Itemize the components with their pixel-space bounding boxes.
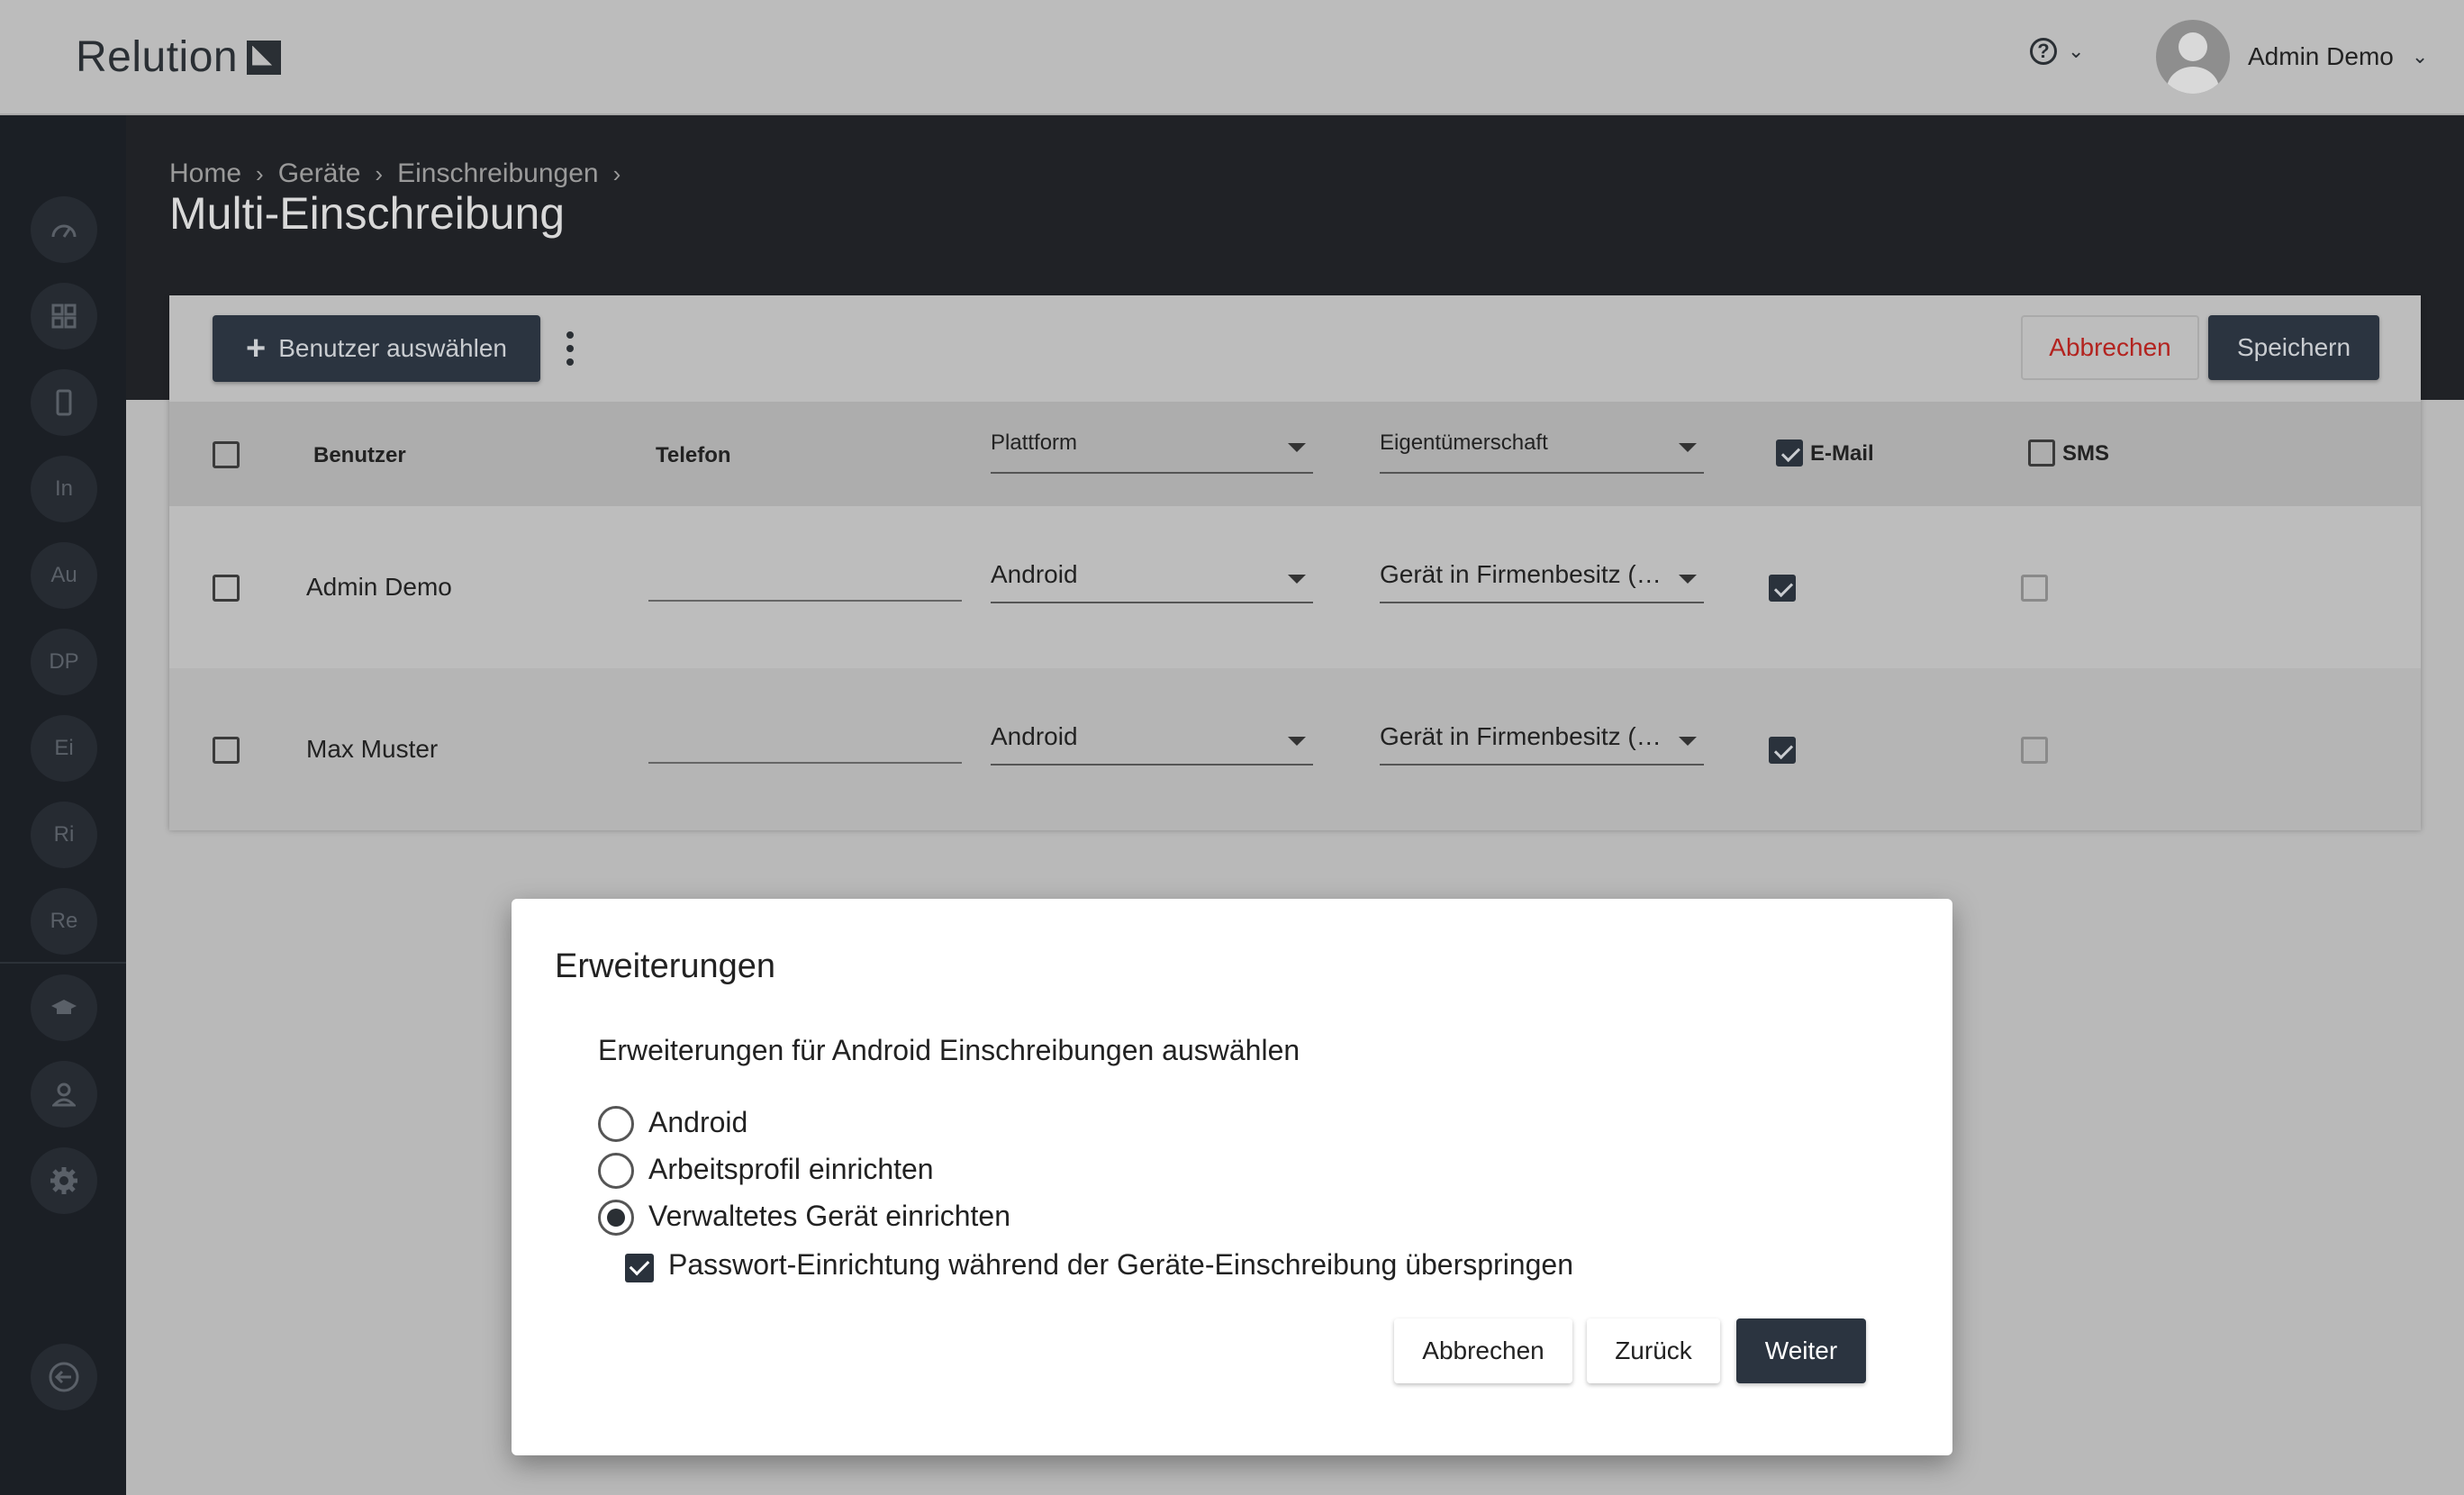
user-name: Admin Demo	[2248, 42, 2394, 70]
phone-input[interactable]	[648, 717, 962, 764]
dialog-cancel-button[interactable]: Abbrechen	[1394, 1318, 1572, 1383]
chevron-right-icon: ›	[375, 159, 384, 187]
sidebar-divider	[0, 962, 126, 964]
sidebar: In Au DP Ei Ri Re	[0, 115, 126, 1495]
column-header-sms: SMS	[2062, 441, 2110, 466]
platform-value: Android	[991, 560, 1078, 588]
logo-text: Relution	[76, 33, 239, 81]
email-checkbox[interactable]	[1769, 575, 1796, 602]
dialog-title: Erweiterungen	[555, 947, 776, 985]
dialog-back-button[interactable]: Zurück	[1587, 1318, 1720, 1383]
row-select-checkbox[interactable]	[213, 737, 240, 764]
caret-down-icon	[1288, 737, 1306, 746]
radio-work-profile-label[interactable]: Arbeitsprofil einrichten	[648, 1153, 934, 1186]
user-name-cell: Admin Demo	[306, 573, 452, 601]
breadcrumb-home[interactable]: Home	[169, 159, 241, 189]
dashboard-icon[interactable]	[31, 196, 97, 263]
apps-grid-icon[interactable]	[31, 283, 97, 349]
caret-down-icon	[1679, 575, 1697, 584]
relution-logo[interactable]: Relution	[76, 32, 282, 82]
select-users-label: Benutzer auswählen	[278, 334, 507, 362]
sidebar-item-dp[interactable]: DP	[31, 629, 97, 695]
breadcrumb-devices[interactable]: Geräte	[278, 159, 361, 189]
user-name-cell: Max Muster	[306, 735, 439, 763]
skip-password-label[interactable]: Passwort-Einrichtung während der Geräte-…	[668, 1248, 1573, 1282]
plus-icon: +	[246, 329, 267, 367]
chevron-down-icon: ⌄	[2068, 40, 2085, 62]
column-header-email: E-Mail	[1810, 441, 1874, 466]
ownership-select[interactable]: Gerät in Firmenbesitz (C...	[1380, 717, 1704, 766]
radio-android-label[interactable]: Android	[648, 1106, 747, 1139]
table-row: Max Muster Android Gerät in Firmenbesitz…	[169, 668, 2421, 830]
save-button[interactable]: Speichern	[2208, 315, 2379, 380]
user-menu[interactable]: Admin Demo ⌄	[2156, 20, 2428, 94]
radio-managed-device-label[interactable]: Verwaltetes Gerät einrichten	[648, 1200, 1010, 1233]
sidebar-item-au[interactable]: Au	[31, 542, 97, 609]
chevron-down-icon: ⌄	[2411, 45, 2429, 68]
platform-filter-label: Plattform	[991, 430, 1078, 455]
platform-select[interactable]: Android	[991, 555, 1313, 603]
radio-android[interactable]	[598, 1106, 634, 1142]
skip-password-checkbox[interactable]	[625, 1254, 654, 1282]
sidebar-item-ei[interactable]: Ei	[31, 715, 97, 782]
user-icon[interactable]	[31, 1061, 97, 1128]
select-all-checkbox[interactable]	[213, 441, 240, 468]
caret-down-icon	[1679, 443, 1697, 452]
ownership-value: Gerät in Firmenbesitz (C...	[1380, 560, 1668, 588]
gear-icon[interactable]	[31, 1147, 97, 1214]
radio-work-profile[interactable]	[598, 1153, 634, 1189]
platform-filter-select[interactable]: Plattform	[991, 425, 1313, 474]
row-select-checkbox[interactable]	[213, 575, 240, 602]
ownership-filter-label: Eigentümerschaft	[1380, 430, 1548, 455]
breadcrumb: Home › Geräte › Einschreibungen ›	[169, 159, 621, 189]
help-icon: ?	[2030, 38, 2057, 65]
ownership-select[interactable]: Gerät in Firmenbesitz (C...	[1380, 555, 1704, 603]
sms-checkbox[interactable]	[2021, 737, 2048, 764]
caret-down-icon	[1288, 443, 1306, 452]
sidebar-item-ri[interactable]: Ri	[31, 802, 97, 868]
phone-input[interactable]	[648, 555, 962, 602]
card-toolbar: + Benutzer auswählen Abbrechen Speichern	[169, 295, 2421, 402]
chevron-right-icon: ›	[256, 159, 264, 187]
table-row: Admin Demo Android Gerät in Firmenbesitz…	[169, 506, 2421, 668]
page-title: Multi-Einschreibung	[169, 188, 566, 239]
email-all-checkbox[interactable]	[1776, 439, 1803, 467]
sidebar-item-re[interactable]: Re	[31, 888, 97, 955]
email-checkbox[interactable]	[1769, 737, 1796, 764]
device-icon[interactable]	[31, 369, 97, 436]
ownership-value: Gerät in Firmenbesitz (C...	[1380, 722, 1668, 750]
enrollment-card: + Benutzer auswählen Abbrechen Speichern…	[169, 295, 2421, 830]
radio-managed-device[interactable]	[598, 1200, 634, 1236]
avatar	[2156, 20, 2230, 94]
more-options-icon[interactable]	[564, 331, 576, 366]
column-header-user[interactable]: Benutzer	[313, 443, 406, 468]
platform-value: Android	[991, 722, 1078, 750]
sidebar-item-in[interactable]: In	[31, 456, 97, 522]
sms-all-checkbox[interactable]	[2028, 439, 2055, 467]
table-header: Benutzer Telefon Plattform Eigentümersch…	[169, 402, 2421, 506]
platform-select[interactable]: Android	[991, 717, 1313, 766]
help-menu[interactable]: ? ⌄	[2030, 38, 2084, 65]
education-icon[interactable]	[31, 974, 97, 1041]
caret-down-icon	[1679, 737, 1697, 746]
select-users-button[interactable]: + Benutzer auswählen	[213, 315, 540, 382]
caret-down-icon	[1288, 575, 1306, 584]
ownership-filter-select[interactable]: Eigentümerschaft	[1380, 425, 1704, 474]
sms-checkbox[interactable]	[2021, 575, 2048, 602]
cancel-button[interactable]: Abbrechen	[2021, 315, 2199, 380]
chevron-right-icon: ›	[612, 159, 621, 187]
column-header-phone[interactable]: Telefon	[656, 443, 731, 468]
dialog-subtitle: Erweiterungen für Android Einschreibunge…	[598, 1034, 1300, 1066]
extensions-dialog: Erweiterungen Erweiterungen für Android …	[512, 899, 1952, 1455]
logout-icon[interactable]	[31, 1344, 97, 1410]
breadcrumb-enrollments[interactable]: Einschreibungen	[397, 159, 599, 189]
logo-mark-icon	[247, 40, 282, 75]
top-header: Relution ? ⌄ Admin Demo ⌄	[0, 0, 2464, 115]
dialog-next-button[interactable]: Weiter	[1736, 1318, 1866, 1383]
